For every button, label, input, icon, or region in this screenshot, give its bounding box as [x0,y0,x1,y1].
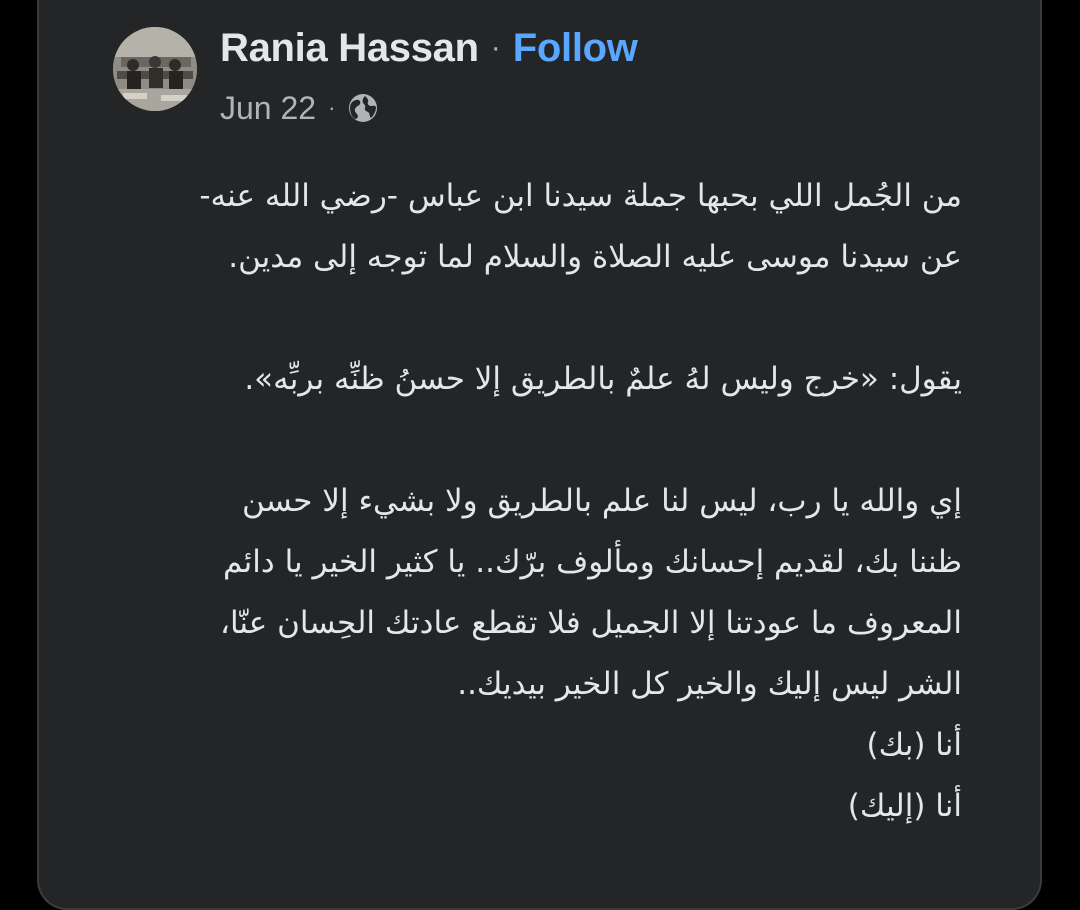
follow-button[interactable]: Follow [513,26,638,71]
meta-separator-dot: · [328,95,336,120]
separator-dot: · [490,31,501,64]
post-line [22,410,962,471]
author-row: Rania Hassan · Follow [220,20,638,76]
post-line: أنا (إليك) [847,788,962,824]
post-line: المعروف ما عودتنا إلا الجميل فلا تقطع عا… [219,605,962,641]
post-date[interactable]: Jun 22 [220,90,316,127]
post-line: أنا (بك) [866,727,962,763]
post-meta: Jun 22 · [220,86,379,130]
post-line: إي والله يا رب، ليس لنا علم بالطريق ولا … [242,483,962,519]
post-text: من الجُمل اللي بحبها جملة سيدنا ابن عباس… [22,166,962,837]
globe-icon[interactable] [347,92,379,124]
author-avatar[interactable] [113,27,197,111]
post-line [22,288,962,349]
post-line: من الجُمل اللي بحبها جملة سيدنا ابن عباس… [199,178,962,214]
post-line: الشر ليس إليك والخير كل الخير بيديك.. [457,666,962,702]
post-line: عن سيدنا موسى عليه الصلاة والسلام لما تو… [228,239,962,275]
author-name[interactable]: Rania Hassan [220,26,479,71]
post-card: Rania Hassan · Follow Jun 22 · من الجُمل… [37,0,1042,910]
post-line: ظننا بك، لقديم إحسانك ومألوف برّك.. يا ك… [223,544,962,580]
post-line: يقول: «خرج وليس لهُ علمٌ بالطريق إلا حسن… [244,361,962,397]
